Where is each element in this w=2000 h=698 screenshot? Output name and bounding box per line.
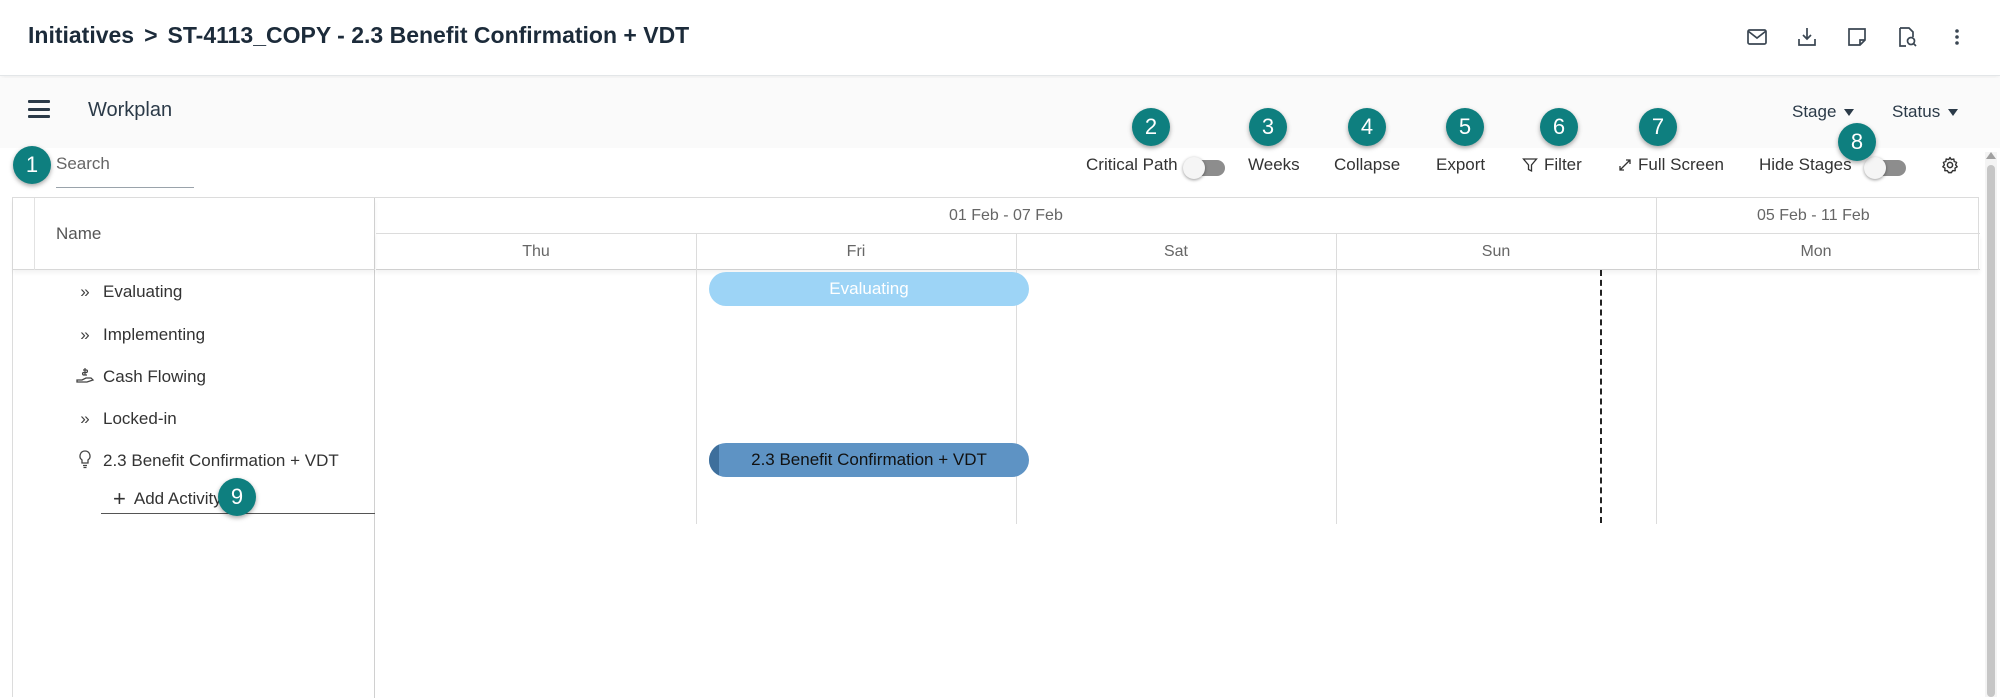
add-activity-label: Add Activity xyxy=(133,488,222,508)
week-label: 05 Feb - 11 Feb xyxy=(1757,207,1870,224)
page-title: ST-4113_COPY - 2.3 Benefit Confirmation … xyxy=(167,22,690,48)
day-label: Fri xyxy=(846,243,866,260)
double-chevron-icon: » xyxy=(80,282,90,301)
callout-badge-9: 9 xyxy=(218,478,256,516)
bar-label: 2.3 Benefit Confirmation + VDT xyxy=(751,450,987,469)
critical-path-toggle[interactable] xyxy=(1183,157,1225,179)
bar-label: Evaluating xyxy=(829,279,909,298)
name-column-header: Name xyxy=(13,198,375,270)
weeks-button[interactable]: Weeks xyxy=(1248,155,1300,175)
critical-path-text: Critical Path xyxy=(1086,155,1178,174)
breadcrumb-initiatives-link[interactable]: Initiatives xyxy=(28,22,134,49)
header-actions xyxy=(1742,22,1972,52)
export-label: Export xyxy=(1436,155,1486,174)
menu-icon[interactable] xyxy=(28,100,50,118)
lightbulb-icon xyxy=(75,449,95,474)
tree-row-implementing[interactable]: » Implementing xyxy=(75,320,205,350)
cash-hand-icon xyxy=(75,366,95,389)
document-search-icon[interactable] xyxy=(1892,22,1922,52)
day-divider xyxy=(696,234,697,524)
gantt-bar-benefit-confirmation[interactable]: 2.3 Benefit Confirmation + VDT xyxy=(709,443,1029,477)
breadcrumb-separator: > xyxy=(144,22,158,48)
gantt-bar-evaluating[interactable]: Evaluating xyxy=(709,272,1029,306)
day-label: Sat xyxy=(1163,243,1188,260)
bar-progress-lip xyxy=(709,443,719,477)
search-field[interactable] xyxy=(56,152,194,188)
full-screen-button[interactable]: Full Screen xyxy=(1618,155,1724,175)
callout-badge-6: 6 xyxy=(1540,108,1578,146)
weeks-label: Weeks xyxy=(1248,155,1300,174)
scroll-up-arrow-icon[interactable] xyxy=(1986,152,1996,159)
day-label: Sun xyxy=(1481,243,1511,260)
page-header: Initiatives > ST-4113_COPY - 2.3 Benefit… xyxy=(0,0,2000,76)
callout-badge-7: 7 xyxy=(1639,108,1677,146)
tree-row-cash-flowing[interactable]: Cash Flowing xyxy=(75,362,206,392)
filter-icon xyxy=(1522,158,1538,173)
tree-row-evaluating[interactable]: » Evaluating xyxy=(75,277,182,307)
day-label: Mon xyxy=(1800,243,1832,260)
timeline-pane: 01 Feb - 07 Feb 05 Feb - 11 Feb Thu Fri … xyxy=(376,198,1980,698)
callout-badge-5: 5 xyxy=(1446,108,1484,146)
row-label: Locked-in xyxy=(103,409,177,428)
workplan-title: Workplan xyxy=(88,99,173,121)
breadcrumb: Initiatives > ST-4113_COPY - 2.3 Benefit… xyxy=(28,22,689,49)
download-icon[interactable] xyxy=(1792,22,1822,52)
tree-row-benefit-confirmation[interactable]: 2.3 Benefit Confirmation + VDT xyxy=(75,446,339,476)
toggle-knob xyxy=(1183,157,1205,179)
row-label: 2.3 Benefit Confirmation + VDT xyxy=(103,451,339,470)
callout-badge-3: 3 xyxy=(1249,108,1287,146)
double-chevron-icon: » xyxy=(80,409,90,428)
callout-badge-2: 2 xyxy=(1132,108,1170,146)
more-vertical-icon[interactable] xyxy=(1942,22,1972,52)
vertical-scrollbar-thumb[interactable] xyxy=(1987,165,1995,697)
callout-badge-1: 1 xyxy=(13,146,51,184)
day-header-row: Thu Fri Sat Sun Mon xyxy=(376,234,1980,270)
settings-gear-icon[interactable] xyxy=(1940,155,1960,175)
day-divider xyxy=(1978,198,1979,270)
week-header-row: 01 Feb - 07 Feb 05 Feb - 11 Feb xyxy=(376,198,1980,234)
collapse-label: Collapse xyxy=(1334,155,1401,174)
toggle-knob xyxy=(1864,157,1886,179)
status-dropdown[interactable]: Status xyxy=(1892,102,1959,122)
double-chevron-icon: » xyxy=(80,325,90,344)
caret-down-icon xyxy=(1844,109,1855,117)
hide-stages-text: Hide Stages xyxy=(1759,155,1852,174)
mail-icon[interactable] xyxy=(1742,22,1772,52)
callout-badge-4: 4 xyxy=(1348,108,1386,146)
plus-icon: + xyxy=(113,485,126,511)
collapse-button[interactable]: Collapse xyxy=(1334,155,1400,175)
search-input[interactable] xyxy=(56,152,194,176)
tree-row-locked-in[interactable]: » Locked-in xyxy=(75,404,177,434)
caret-down-icon xyxy=(1948,109,1959,117)
workplan-bar: Workplan Stage Status xyxy=(0,78,2000,148)
week-label: 01 Feb - 07 Feb xyxy=(949,207,1063,224)
row-handle-strip xyxy=(13,198,35,270)
day-divider xyxy=(1336,234,1337,524)
stage-dropdown[interactable]: Stage xyxy=(1792,102,1855,122)
name-header-label: Name xyxy=(56,224,102,243)
today-marker-line xyxy=(1600,270,1602,523)
expand-icon xyxy=(1619,159,1631,171)
stage-dropdown-label: Stage xyxy=(1792,102,1837,121)
hide-stages-label: Hide Stages xyxy=(1759,155,1852,175)
row-label: Evaluating xyxy=(103,282,183,301)
hide-stages-toggle[interactable] xyxy=(1864,157,1906,179)
note-icon[interactable] xyxy=(1842,22,1872,52)
critical-path-label: Critical Path xyxy=(1086,155,1178,175)
day-label: Thu xyxy=(522,243,550,260)
full-screen-label: Full Screen xyxy=(1638,155,1724,174)
callout-badge-8: 8 xyxy=(1838,123,1876,161)
filter-button[interactable]: Filter xyxy=(1522,155,1582,175)
day-divider xyxy=(1656,234,1657,524)
task-list-pane: Name » Evaluating » Implementing Cash Fl… xyxy=(13,198,375,698)
gantt-grid: Name » Evaluating » Implementing Cash Fl… xyxy=(12,197,1980,698)
filter-label: Filter xyxy=(1544,155,1582,174)
export-button[interactable]: Export xyxy=(1436,155,1485,175)
row-label: Cash Flowing xyxy=(103,367,206,386)
row-label: Implementing xyxy=(103,325,206,344)
status-dropdown-label: Status xyxy=(1892,102,1941,121)
week-divider xyxy=(1656,198,1657,234)
